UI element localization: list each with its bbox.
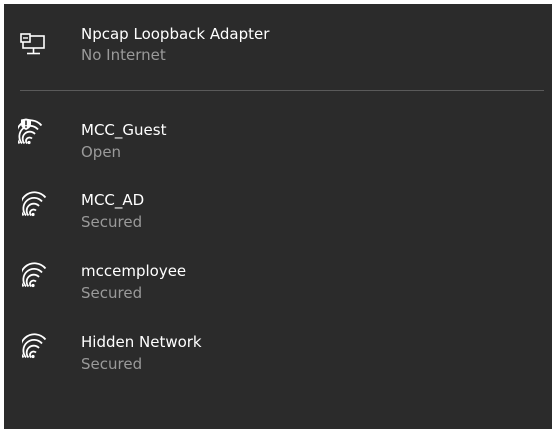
- ethernet-monitor-icon: [18, 30, 48, 60]
- network-name: MCC_Guest: [81, 121, 167, 139]
- wifi-secured-icon: [22, 331, 52, 361]
- wifi-secured-icon: [22, 189, 52, 219]
- network-status: Secured: [81, 355, 143, 373]
- network-item-mcc-guest[interactable]: MCC_Guest Open: [4, 104, 552, 170]
- network-flyout: Npcap Loopback Adapter No Internet MCC_G…: [4, 4, 552, 429]
- network-item-mccemployee[interactable]: mccemployee Secured: [4, 245, 552, 311]
- adapter-item[interactable]: Npcap Loopback Adapter No Internet: [4, 4, 552, 90]
- divider: [20, 90, 544, 91]
- network-status: Secured: [81, 284, 143, 302]
- network-status: Open: [81, 143, 122, 161]
- network-name: MCC_AD: [81, 191, 145, 209]
- wifi-shield-warning-icon: [18, 117, 48, 147]
- network-name: mccemployee: [81, 262, 187, 280]
- adapter-name: Npcap Loopback Adapter: [81, 25, 270, 43]
- network-item-hidden-network[interactable]: Hidden Network Secured: [4, 316, 552, 382]
- network-name: Hidden Network: [81, 333, 202, 351]
- adapter-status: No Internet: [81, 46, 166, 64]
- wifi-secured-icon: [22, 260, 52, 290]
- network-status: Secured: [81, 213, 143, 231]
- network-item-mcc-ad[interactable]: MCC_AD Secured: [4, 174, 552, 240]
